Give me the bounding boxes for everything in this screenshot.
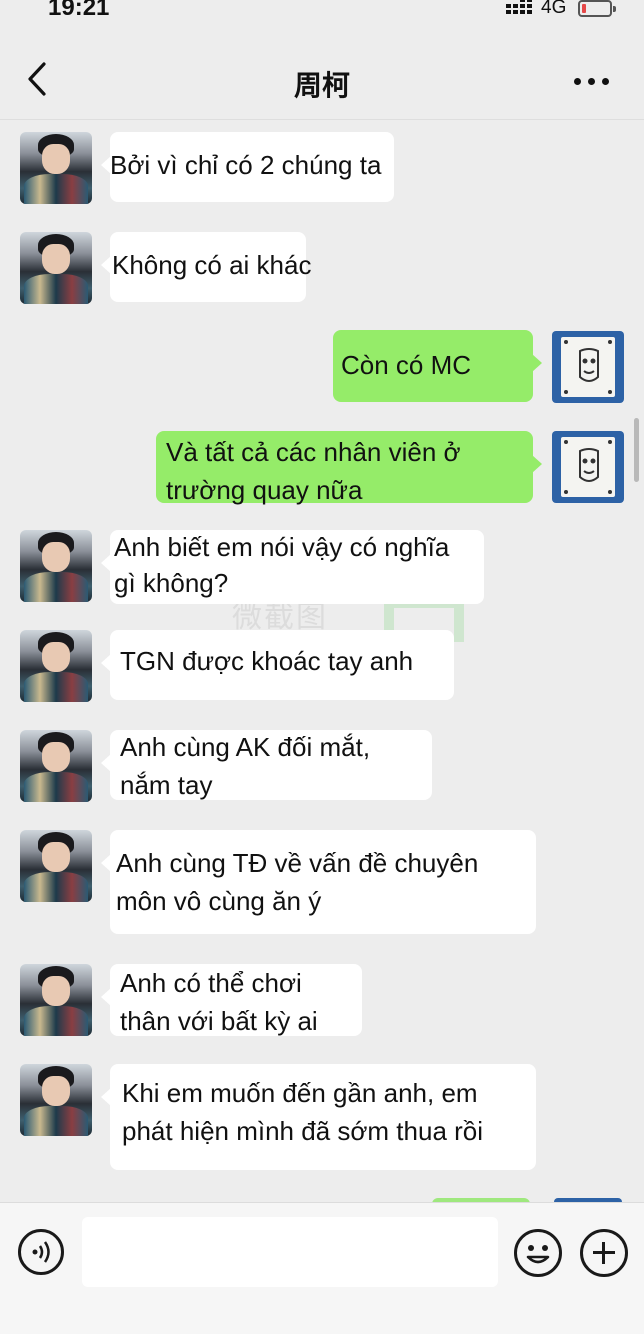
message-bubble[interactable]: Không có ai khác xyxy=(101,232,311,302)
message-text: Còn có MC xyxy=(341,350,472,380)
message-bubble[interactable]: Anh cùng TĐ về vấn đề chuyên môn vô cùng… xyxy=(101,830,536,934)
message-text: Anh cùng AK đối mắt, xyxy=(120,732,371,762)
message-bubble[interactable]: Anh có thể chơi thân với bất kỳ ai xyxy=(101,964,362,1036)
battery-icon xyxy=(578,0,616,17)
message-text: gì không? xyxy=(114,568,229,598)
message-text: phát hiện mình đã sớm thua rồi xyxy=(122,1116,484,1146)
more-dots-icon[interactable] xyxy=(574,78,610,86)
signal-icon xyxy=(506,0,532,18)
message-bubble[interactable]: TGN được khoác tay anh xyxy=(101,630,454,700)
message-bubble[interactable]: Khi em muốn đến gần anh, em phát hiện mì… xyxy=(101,1064,536,1170)
message-input[interactable] xyxy=(82,1217,498,1287)
message-bubble[interactable]: Anh cùng AK đối mắt, nắm tay xyxy=(101,730,432,800)
input-bar xyxy=(0,1202,644,1334)
message-text: thân với bất kỳ ai xyxy=(120,1006,318,1036)
status-bar: 19:21 4G xyxy=(0,0,644,28)
message-text: môn vô cùng ăn ý xyxy=(116,886,322,916)
contact-avatar[interactable] xyxy=(20,232,92,304)
message-text: Anh biết em nói vậy có nghĩa xyxy=(114,532,450,562)
contact-avatar[interactable] xyxy=(20,1064,92,1136)
message-bubble-self[interactable]: Còn có MC xyxy=(333,330,542,402)
chat-title: 周柯 xyxy=(293,70,350,101)
self-avatar[interactable] xyxy=(552,331,624,403)
message-text: Bởi vì chỉ có 2 chúng ta xyxy=(110,150,382,180)
message-text: trường quay nữa xyxy=(166,475,363,505)
plus-icon[interactable] xyxy=(580,1229,628,1277)
message-text: Khi em muốn đến gần anh, em xyxy=(122,1078,478,1108)
message-text: Anh cùng TĐ về vấn đề chuyên xyxy=(116,848,479,878)
contact-avatar[interactable] xyxy=(20,730,92,802)
message-text: Và tất cả các nhân viên ở xyxy=(166,437,461,467)
message-text: TGN được khoác tay anh xyxy=(120,646,414,676)
message-bubble[interactable]: Bởi vì chỉ có 2 chúng ta xyxy=(101,132,394,202)
contact-avatar[interactable] xyxy=(20,530,92,602)
contact-avatar[interactable] xyxy=(20,630,92,702)
contact-avatar[interactable] xyxy=(20,830,92,902)
network-type: 4G xyxy=(541,0,567,18)
message-text: Không có ai khác xyxy=(112,250,312,280)
status-time: 19:21 xyxy=(48,0,110,21)
message-bubble-self[interactable]: Và tất cả các nhân viên ở trường quay nữ… xyxy=(156,431,542,505)
self-avatar[interactable] xyxy=(552,431,624,503)
contact-avatar[interactable] xyxy=(20,132,92,204)
voice-icon[interactable] xyxy=(18,1229,64,1275)
contact-avatar[interactable] xyxy=(20,964,92,1036)
chat-header: 周柯 xyxy=(0,28,644,120)
scrollbar[interactable] xyxy=(634,418,639,482)
emoji-icon[interactable] xyxy=(514,1229,562,1277)
message-text: Anh có thể chơi xyxy=(120,968,302,998)
message-bubble[interactable]: Anh biết em nói vậy có nghĩa gì không? xyxy=(101,530,484,604)
message-text: nắm tay xyxy=(120,770,213,800)
header-divider xyxy=(0,119,644,120)
